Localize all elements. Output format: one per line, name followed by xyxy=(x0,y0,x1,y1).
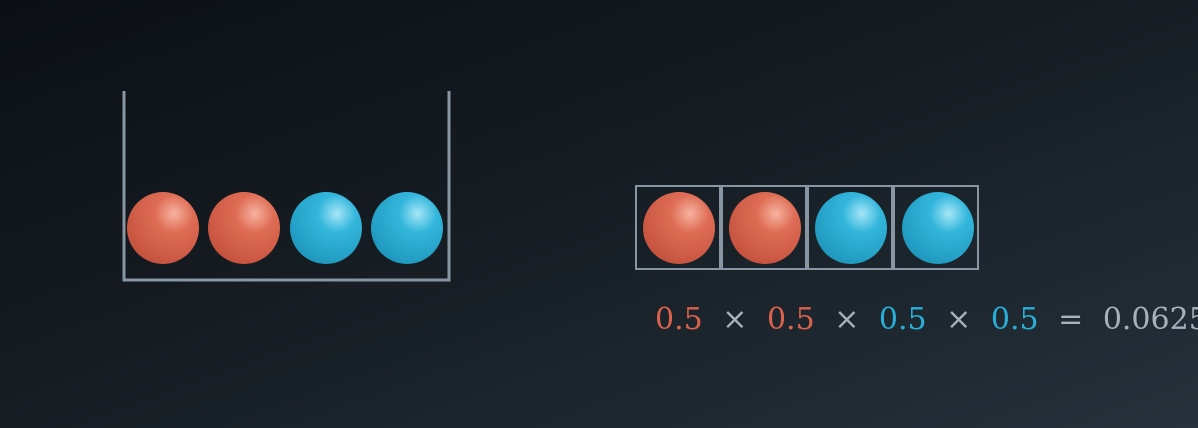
equation-result: 0.0625 xyxy=(1102,302,1198,337)
factor-3: 0.5 xyxy=(878,302,927,337)
equals-sign: = xyxy=(1058,302,1084,337)
times-operator: × xyxy=(946,302,972,337)
sequence-ball xyxy=(643,192,715,264)
factor-1: 0.5 xyxy=(655,302,703,337)
bucket-ball xyxy=(208,192,280,264)
sequence-ball xyxy=(729,192,801,264)
bucket-ball xyxy=(127,192,199,264)
scene-canvas xyxy=(122,91,979,282)
bucket-balls xyxy=(127,192,443,264)
sequence-ball xyxy=(815,192,887,264)
bucket-ball xyxy=(371,192,443,264)
times-operator: × xyxy=(834,302,860,337)
probability-equation: 0.5 × 0.5 × 0.5 × 0.5 = 0.0625 xyxy=(655,302,1198,337)
factor-2: 0.5 xyxy=(766,302,815,337)
bucket-ball xyxy=(290,192,362,264)
factor-4: 0.5 xyxy=(990,302,1039,337)
times-operator: × xyxy=(722,302,748,337)
sequence-ball xyxy=(902,192,974,264)
